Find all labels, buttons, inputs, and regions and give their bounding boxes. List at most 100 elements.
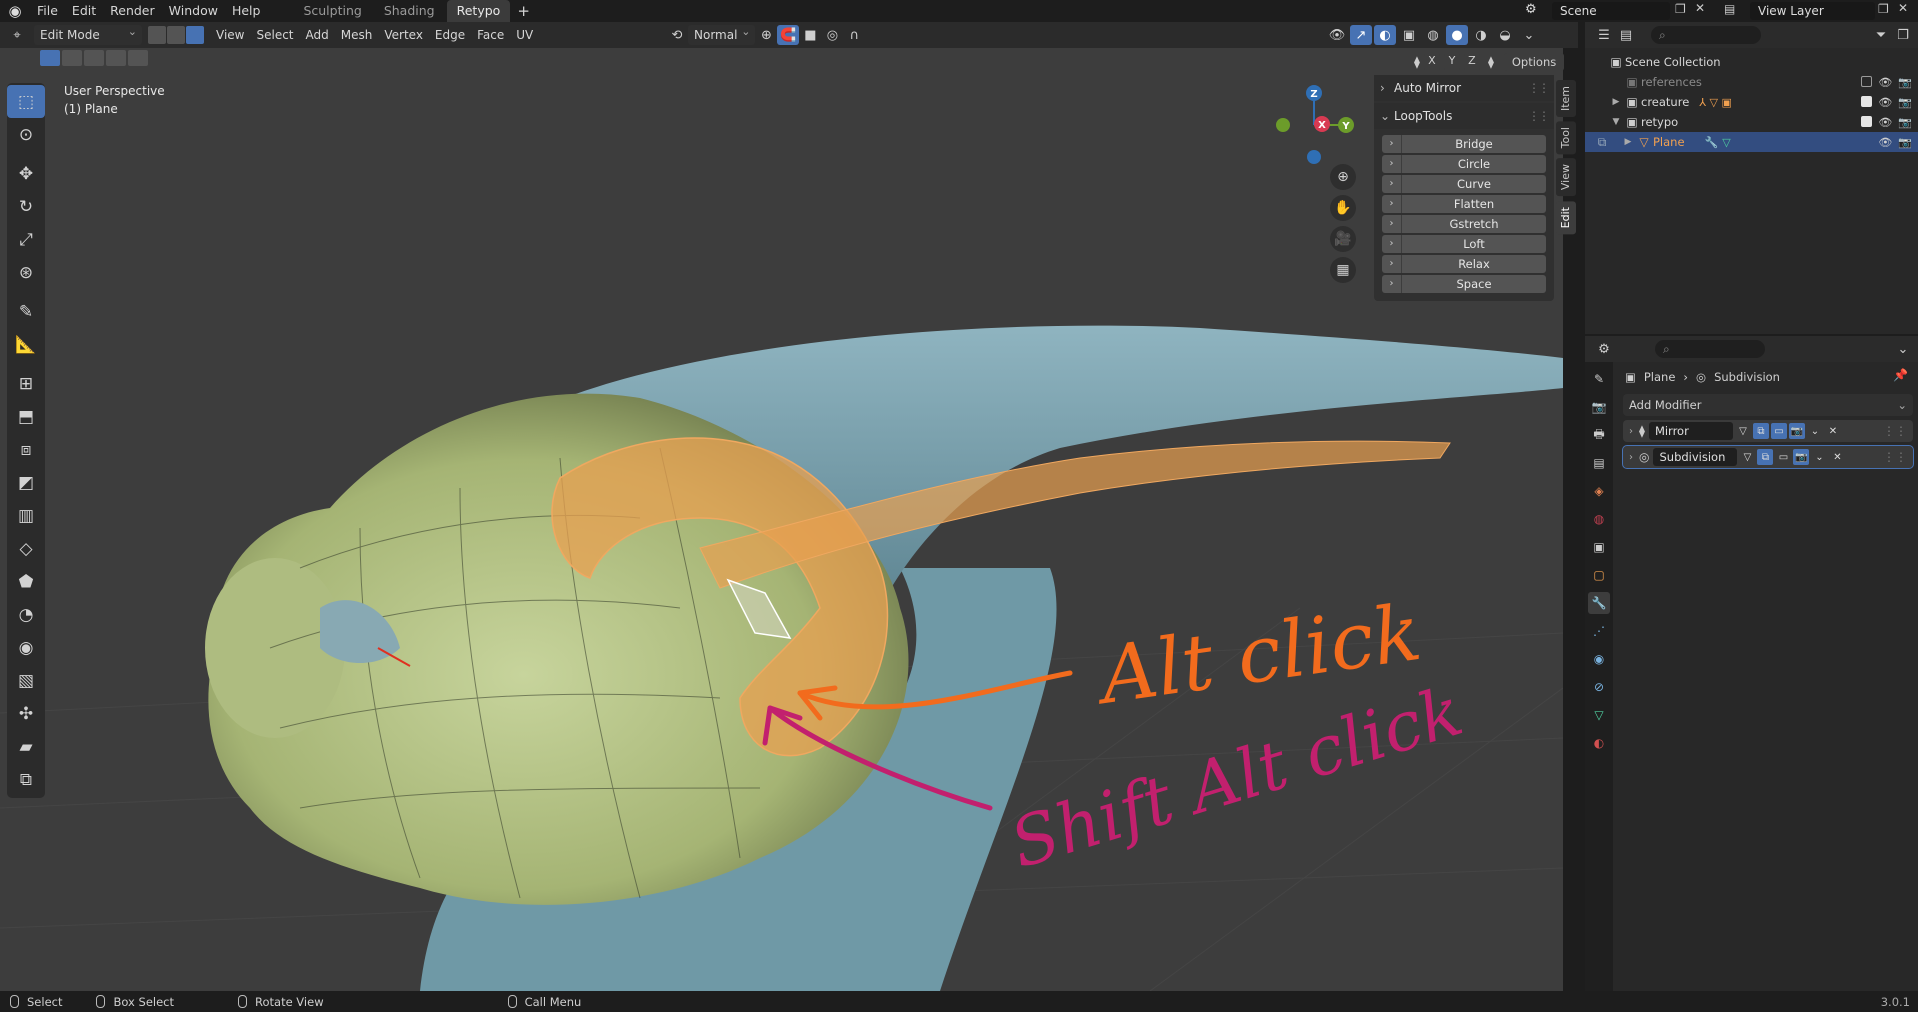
camera-icon[interactable]: 📷 (1898, 76, 1912, 89)
tab-edit[interactable]: Edit (1556, 200, 1576, 234)
blender-logo-icon[interactable]: ◉ (0, 2, 30, 20)
snap-target-icon[interactable]: ■ (799, 25, 821, 45)
scene-collection-row[interactable]: ▣ Scene Collection (1585, 52, 1918, 72)
modifier-menu-icon[interactable]: ⌄ (1811, 449, 1827, 465)
pin-icon[interactable]: 📌 (1893, 368, 1908, 382)
gizmo-neg-y-axis[interactable] (1276, 118, 1290, 132)
menu-edit[interactable]: Edit (65, 0, 103, 22)
drag-grip-icon[interactable]: ⋮⋮ (1883, 424, 1907, 438)
3d-viewport[interactable]: Alt click Shift Alt click Z X Y User Per… (0, 48, 1563, 991)
collapse-arrow-icon[interactable]: ▼ (1609, 117, 1623, 127)
new-scene-icon[interactable]: ❐ (1675, 2, 1686, 16)
cursor-tool-icon[interactable]: ⊙ (7, 118, 45, 151)
outliner-search-input[interactable]: ⌕ (1651, 26, 1761, 44)
modifier-name-field[interactable]: Subdivision (1653, 448, 1738, 466)
looptools-bridge-button[interactable]: › Bridge (1382, 135, 1546, 153)
annotate-tool-icon[interactable]: ✎ (7, 295, 45, 328)
menu-help[interactable]: Help (225, 0, 268, 22)
add-cube-tool-icon[interactable]: ⊞ (7, 367, 45, 400)
solid-shading-icon[interactable]: ● (1446, 25, 1468, 45)
tab-view[interactable]: View (1556, 158, 1576, 197)
vertex-select-icon[interactable] (148, 26, 166, 44)
spin-tool-icon[interactable]: ◔ (7, 598, 45, 631)
overlay-toggle-icon[interactable]: ◐ (1374, 25, 1396, 45)
proportional-falloff-icon[interactable]: ∩ (843, 25, 865, 45)
move-tool-icon[interactable]: ✥ (7, 157, 45, 190)
measure-tool-icon[interactable]: 📐 (7, 328, 45, 361)
render-tab-icon[interactable]: 📷 (1588, 396, 1610, 418)
modifier-menu-icon[interactable]: ⌄ (1807, 423, 1823, 439)
exclude-checkbox[interactable] (1861, 75, 1873, 87)
eye-icon[interactable]: 👁 (1878, 76, 1892, 89)
visibility-icon[interactable]: 👁 (1326, 25, 1348, 45)
editmode-toggle-icon[interactable]: ⧉ (1757, 449, 1774, 465)
material-shading-icon[interactable]: ◑ (1470, 25, 1492, 45)
scale-tool-icon[interactable]: ⤢ (7, 223, 45, 256)
poly-build-tool-icon[interactable]: ⬟ (7, 565, 45, 598)
looptools-circle-button[interactable]: › Circle (1382, 155, 1546, 173)
modifier-tab-icon[interactable]: 🔧 (1588, 592, 1610, 614)
xray-toggle-icon[interactable]: ▣ (1398, 25, 1420, 45)
camera-icon[interactable]: 📷 (1898, 136, 1912, 149)
modifier-panel-subdivision[interactable]: › ◎ Subdivision ▽ ⧉ ▭ 📷 ⌄ ✕ ⋮⋮ (1622, 445, 1914, 469)
scene-selector[interactable]: Scene (1552, 2, 1670, 20)
shear-tool-icon[interactable]: ▰ (7, 730, 45, 763)
constraints-tab-icon[interactable]: ⊘ (1588, 676, 1610, 698)
expand-arrow-icon[interactable]: ▶ (1621, 137, 1635, 147)
smooth-tool-icon[interactable]: ◉ (7, 631, 45, 664)
looptools-curve-button[interactable]: › Curve (1382, 175, 1546, 193)
viewport-toggle-icon[interactable]: ▭ (1775, 449, 1791, 465)
menu-edge[interactable]: Edge (429, 25, 471, 45)
knife-tool-icon[interactable]: ◇ (7, 532, 45, 565)
perspective-toggle-icon[interactable]: ▦ (1330, 257, 1356, 283)
editmode-toggle-icon[interactable]: ⧉ (1752, 423, 1769, 439)
tool-tab-icon[interactable]: ✎ (1588, 368, 1610, 390)
axis-x-toggle[interactable]: X (1423, 54, 1440, 70)
world-tab-icon[interactable]: ◍ (1588, 508, 1610, 530)
auto-mirror-header[interactable]: › Auto Mirror ⋮⋮ (1374, 75, 1554, 101)
properties-options-icon[interactable]: ⌄ (1892, 339, 1914, 359)
remove-view-layer-icon[interactable]: ✕ (1898, 1, 1908, 15)
mirror-icon[interactable]: ⧫ (1414, 55, 1420, 69)
remove-modifier-icon[interactable]: ✕ (1825, 423, 1841, 439)
camera-icon[interactable]: 📷 (1898, 116, 1912, 129)
workspace-tab-sculpting[interactable]: Sculpting (293, 0, 371, 22)
view-layer-selector[interactable]: View Layer (1750, 2, 1875, 20)
tab-tool[interactable]: Tool (1556, 121, 1576, 155)
wireframe-shading-icon[interactable]: ◍ (1422, 25, 1444, 45)
menu-file[interactable]: File (30, 0, 65, 22)
rip-tool-icon[interactable]: ⧉ (7, 763, 45, 796)
remove-modifier-icon[interactable]: ✕ (1829, 449, 1845, 465)
tab-item[interactable]: Item (1556, 80, 1576, 118)
inset-tool-icon[interactable]: ⧈ (7, 433, 45, 466)
mesh-data-tab-icon[interactable]: ▽ (1588, 704, 1610, 726)
remove-scene-icon[interactable]: ✕ (1695, 1, 1705, 15)
new-view-layer-icon[interactable]: ❐ (1878, 2, 1889, 16)
eye-icon[interactable]: 👁 (1878, 116, 1892, 129)
extrude-tool-icon[interactable]: ⬒ (7, 400, 45, 433)
menu-select[interactable]: Select (250, 25, 299, 45)
transform-orientation-dropdown[interactable]: Normal (688, 22, 756, 45)
selection-mode-toggle[interactable] (148, 26, 204, 44)
new-collection-icon[interactable]: ❐ (1892, 25, 1914, 45)
navigation-gizmo[interactable]: Z X Y (1276, 85, 1354, 164)
select-box-tool-icon[interactable]: ⬚ (7, 85, 45, 118)
topology-mirror-icon[interactable]: ⧫ (1488, 55, 1494, 69)
outliner-editor-type-icon[interactable]: ☰ (1593, 25, 1615, 45)
modifier-name-field[interactable]: Mirror (1648, 422, 1733, 440)
rotate-tool-icon[interactable]: ↻ (7, 190, 45, 223)
menu-vertex[interactable]: Vertex (378, 25, 429, 45)
add-modifier-dropdown[interactable]: Add Modifier ⌄ (1623, 394, 1913, 416)
looptools-header[interactable]: ⌄ LoopTools ⋮⋮ (1374, 103, 1554, 129)
drag-grip-icon[interactable]: ⋮⋮ (1883, 450, 1907, 464)
edge-select-icon[interactable] (167, 26, 185, 44)
shading-options-icon[interactable]: ⌄ (1518, 25, 1540, 45)
gizmo-neg-z-axis[interactable] (1307, 150, 1321, 164)
bevel-tool-icon[interactable]: ◩ (7, 466, 45, 499)
looptools-relax-button[interactable]: › Relax (1382, 255, 1546, 273)
properties-search-input[interactable]: ⌕ (1655, 340, 1765, 358)
viewport-toggle-icon[interactable]: ▭ (1770, 423, 1787, 439)
snap-icon[interactable]: 🧲 (777, 25, 800, 45)
expand-arrow-icon[interactable]: › (1629, 426, 1633, 437)
render-toggle-icon[interactable]: 📷 (1793, 449, 1810, 465)
